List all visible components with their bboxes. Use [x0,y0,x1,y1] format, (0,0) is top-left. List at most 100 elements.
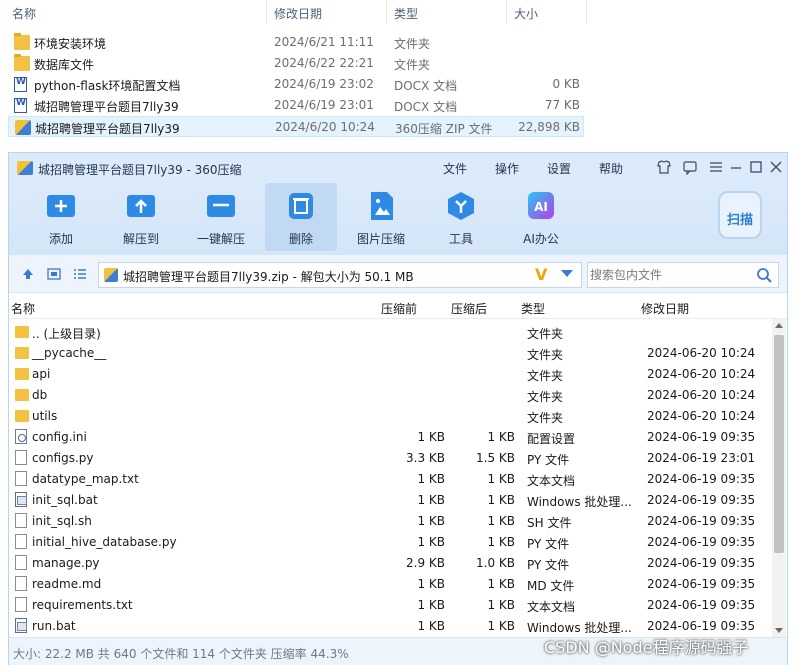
column-name[interactable]: 名称 [11,300,35,317]
skin-icon[interactable] [655,159,673,177]
item-type: 文件夹 [527,348,564,362]
list-item[interactable]: init_sql.sh 1 KB 1 KB SH 文件 2024-06-19 0… [9,510,771,531]
list-item[interactable]: __pycache__ 文件夹 2024-06-20 10:24 [9,342,771,363]
menu-settings[interactable]: 设置 [547,160,571,177]
item-size-after: 1 KB [487,619,515,633]
list-item[interactable]: readme.md 1 KB 1 KB MD 文件 2024-06-19 09:… [9,573,771,594]
list-item[interactable]: .. (上级目录) 文件夹 [9,321,771,342]
item-date: 2024-06-20 10:24 [647,388,756,402]
item-name: .. (上级目录) [32,327,101,341]
file-type: DOCX 文档 [394,100,458,114]
list-item[interactable]: api 文件夹 2024-06-20 10:24 [9,363,771,384]
list-item[interactable]: configs.py 3.3 KB 1.5 KB PY 文件 2024-06-1… [9,447,771,468]
item-name: config.ini [32,430,87,444]
explorer-row[interactable]: 环境安装环境 2024/6/21 11:11 文件夹 [0,32,795,53]
docx-icon [14,98,27,113]
column-divider [266,0,267,24]
scan-button[interactable]: 扫描 [712,187,768,247]
item-type: 文本文档 [527,600,576,614]
menu-help[interactable]: 帮助 [599,160,623,177]
list-item[interactable]: requirements.txt 1 KB 1 KB 文本文档 2024-06-… [9,594,771,615]
up-arrow-icon[interactable] [21,267,35,281]
scrollbar-thumb[interactable] [774,335,784,553]
chevron-down-icon[interactable] [561,270,573,277]
list-item[interactable]: manage.py 2.9 KB 1.0 KB PY 文件 2024-06-19… [9,552,771,573]
item-name: run.bat [32,619,76,633]
item-type: PY 文件 [527,537,570,551]
column-size[interactable]: 大小 [514,5,538,22]
item-type: 文件夹 [527,390,564,404]
list-item[interactable]: config.ini 1 KB 1 KB 配置设置 2024-06-19 09:… [9,426,771,447]
list-item[interactable]: run.bat 1 KB 1 KB Windows 批处理... 2024-06… [9,615,771,636]
ai-office-button[interactable]: AI AI办公 [505,183,577,251]
file-date: 2024/6/21 11:11 [274,35,374,49]
path-bar: 城招聘管理平台题目7lly39.zip - 解包大小为 50.1 MB V [9,255,787,293]
feedback-icon[interactable] [681,159,699,177]
column-date[interactable]: 修改日期 [274,5,322,22]
tools-button[interactable]: 工具 [425,183,497,251]
item-date: 2024-06-20 10:24 [647,346,756,360]
thumbnail-view-icon[interactable] [47,267,61,281]
explorer-row[interactable]: 城招聘管理平台题目7lly39 2024/6/19 23:01 DOCX 文档 … [0,95,795,116]
folder-icon [15,347,29,359]
search-input[interactable] [590,266,750,284]
scroll-up-icon[interactable] [775,323,783,328]
watermark: CSDN @Node程序源码强子 [544,638,749,657]
scroll-down-icon[interactable] [775,628,783,633]
column-before[interactable]: 压缩前 [381,300,417,317]
column-after[interactable]: 压缩后 [451,300,487,317]
status-text: 大小: 22.2 MB 共 640 个文件和 114 个文件夹 压缩率 44.3… [13,647,349,661]
item-type: MD 文件 [527,579,575,593]
item-name: __pycache__ [32,346,107,360]
zip-icon [104,268,118,282]
close-icon[interactable] [767,159,785,177]
extract-to-icon [127,195,155,217]
vertical-scrollbar[interactable] [772,319,786,637]
item-date: 2024-06-19 09:35 [647,556,756,570]
one-click-extract-button[interactable]: 一键解压 [185,183,257,251]
vip-icon[interactable]: V [535,265,547,284]
add-icon [47,195,75,217]
column-divider [506,0,507,24]
maximize-icon[interactable] [747,159,765,177]
list-item[interactable]: init_sql.bat 1 KB 1 KB Windows 批处理... 20… [9,489,771,510]
item-date: 2024-06-19 09:35 [647,430,756,444]
column-type[interactable]: 类型 [394,5,418,22]
image-compress-button[interactable]: 图片压缩 [345,183,417,251]
title-bar[interactable]: 城招聘管理平台题目7lly39 - 360压缩 文件 操作 设置 帮助 [9,153,787,183]
column-date[interactable]: 修改日期 [641,300,689,317]
list-item[interactable]: utils 文件夹 2024-06-20 10:24 [9,405,771,426]
list-view-icon[interactable] [73,267,87,281]
item-date: 2024-06-19 09:35 [647,535,756,549]
list-item[interactable]: datatype_map.txt 1 KB 1 KB 文本文档 2024-06-… [9,468,771,489]
item-size-before: 3.3 KB [406,451,445,465]
search-field[interactable] [587,262,779,288]
tools-icon [448,192,474,220]
menu-file[interactable]: 文件 [443,160,467,177]
column-type[interactable]: 类型 [521,300,545,317]
item-type: 文件夹 [527,411,564,425]
item-type: 文件夹 [527,327,564,341]
file-icon [15,576,27,591]
column-name[interactable]: 名称 [12,5,36,22]
item-size-after: 1 KB [487,493,515,507]
minimize-icon[interactable] [727,159,745,177]
explorer-row[interactable]: python-flask环境配置文档 2024/6/19 23:02 DOCX … [0,74,795,95]
explorer-row[interactable]: 数据库文件 2024/6/22 22:21 文件夹 [0,53,795,74]
item-size-before: 1 KB [417,514,445,528]
add-button[interactable]: 添加 [25,183,97,251]
search-icon[interactable] [756,267,772,283]
delete-button[interactable]: 删除 [265,183,337,251]
item-name: initial_hive_database.py [32,535,177,549]
menu-operation[interactable]: 操作 [495,160,519,177]
list-item[interactable]: db 文件夹 2024-06-20 10:24 [9,384,771,405]
explorer-row-selected[interactable]: 城招聘管理平台题目7lly39 2024/6/20 10:24 360压缩 ZI… [8,116,584,137]
extract-to-button[interactable]: 解压到 [105,183,177,251]
list-item[interactable]: initial_hive_database.py 1 KB 1 KB PY 文件… [9,531,771,552]
file-name: 数据库文件 [34,58,95,72]
menu-icon[interactable] [707,159,725,177]
folder-icon [15,389,29,401]
path-field[interactable]: 城招聘管理平台题目7lly39.zip - 解包大小为 50.1 MB V [98,262,582,288]
delete-icon [289,193,313,219]
file-name: 城招聘管理平台题目7lly39 [35,122,180,136]
